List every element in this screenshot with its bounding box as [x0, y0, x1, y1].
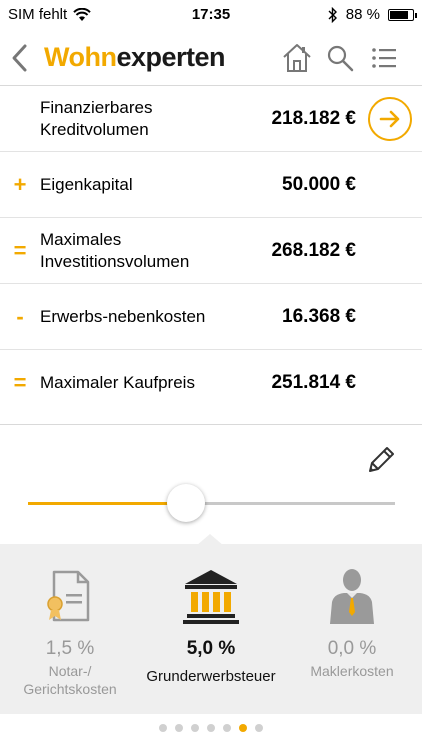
cost-label: Maklerkosten	[310, 663, 394, 679]
status-bar: SIM fehlt 17:35 88 %	[0, 0, 422, 30]
row-label: Eigenkapital	[40, 174, 133, 194]
battery-fill	[390, 10, 408, 19]
operator-sign: =	[13, 370, 27, 395]
cost-selector: 1,5 % Notar-/ Gerichtskosten 5,0 % Grund…	[0, 544, 422, 714]
arrow-right-icon	[379, 110, 400, 128]
calc-row-kaufpreis: = Maximaler Kaufpreis 251.814 €	[0, 350, 422, 416]
calc-row-investitionsvolumen: = Maximales Investitionsvolumen 268.182 …	[0, 218, 422, 284]
slider-track-filled	[28, 502, 186, 505]
row-value: 251.814 €	[271, 372, 356, 393]
cost-value: 1,5 %	[45, 638, 95, 659]
cost-label: Grunderwerbsteuer	[146, 668, 276, 685]
app-logo: Wohnexperten	[44, 42, 226, 73]
page-dot-3[interactable]	[191, 724, 199, 732]
slider-area	[0, 424, 422, 544]
page-dot-1[interactable]	[159, 724, 167, 732]
slider-track-empty[interactable]	[185, 502, 395, 505]
page-indicator	[0, 724, 422, 732]
search-icon[interactable]	[322, 40, 358, 76]
businessman-icon	[330, 569, 374, 624]
calc-row-nebenkosten: - Erwerbs-nebenkosten 16.368 €	[0, 284, 422, 350]
row-label: Maximaler Kaufpreis	[40, 373, 195, 392]
logo-part-2: experten	[116, 42, 226, 72]
operator-sign: +	[13, 171, 27, 197]
next-arrow-button[interactable]	[368, 97, 412, 141]
cost-item-makler[interactable]: 0,0 % Maklerkosten	[282, 544, 422, 714]
page-dot-7[interactable]	[255, 724, 263, 732]
row-label: Erwerbs-nebenkosten	[40, 306, 206, 326]
menu-icon[interactable]	[366, 40, 402, 76]
row-label: Finanzierbares Kreditvolumen	[40, 97, 153, 139]
cost-value: 5,0 %	[186, 638, 236, 659]
battery-icon	[388, 8, 417, 21]
page-dot-2[interactable]	[175, 724, 183, 732]
cost-item-grunderwerbsteuer[interactable]: 5,0 % Grunderwerbsteuer	[141, 544, 281, 714]
cost-label: Notar-/ Gerichtskosten	[23, 663, 117, 697]
slider-thumb[interactable]	[166, 484, 205, 522]
page-dot-4[interactable]	[207, 724, 215, 732]
row-value: 268.182 €	[271, 239, 356, 261]
battery-percent: 88 %	[345, 6, 380, 23]
row-value: 218.182 €	[271, 107, 356, 129]
page-dot-5[interactable]	[223, 724, 231, 732]
row-value: 16.368 €	[282, 305, 356, 327]
bluetooth-icon	[328, 6, 337, 23]
pencil-icon[interactable]	[364, 443, 398, 477]
calc-row-eigenkapital: + Eigenkapital 50.000 €	[0, 152, 422, 218]
operator-sign	[11, 86, 29, 151]
home-icon[interactable]	[279, 40, 315, 76]
row-value: 50.000 €	[282, 173, 356, 195]
cost-value: 0,0 %	[327, 638, 377, 659]
status-right: 88 %	[328, 6, 417, 23]
operator-sign: -	[16, 303, 24, 329]
operator-sign: =	[13, 237, 27, 263]
page-dot-6[interactable]	[239, 724, 247, 732]
bank-building-icon	[183, 570, 239, 624]
logo-part-1: Wohn	[44, 42, 117, 72]
document-seal-icon	[47, 570, 90, 622]
calculation-list: Finanzierbares Kreditvolumen 218.182 € +…	[0, 86, 422, 416]
cost-item-notar[interactable]: 1,5 % Notar-/ Gerichtskosten	[0, 544, 140, 714]
calc-row-kreditvolumen: Finanzierbares Kreditvolumen 218.182 €	[0, 86, 422, 152]
app-header: Wohnexperten	[0, 30, 422, 86]
chevron-left-icon[interactable]	[8, 40, 32, 76]
row-label: Maximales Investitionsvolumen	[40, 229, 190, 271]
